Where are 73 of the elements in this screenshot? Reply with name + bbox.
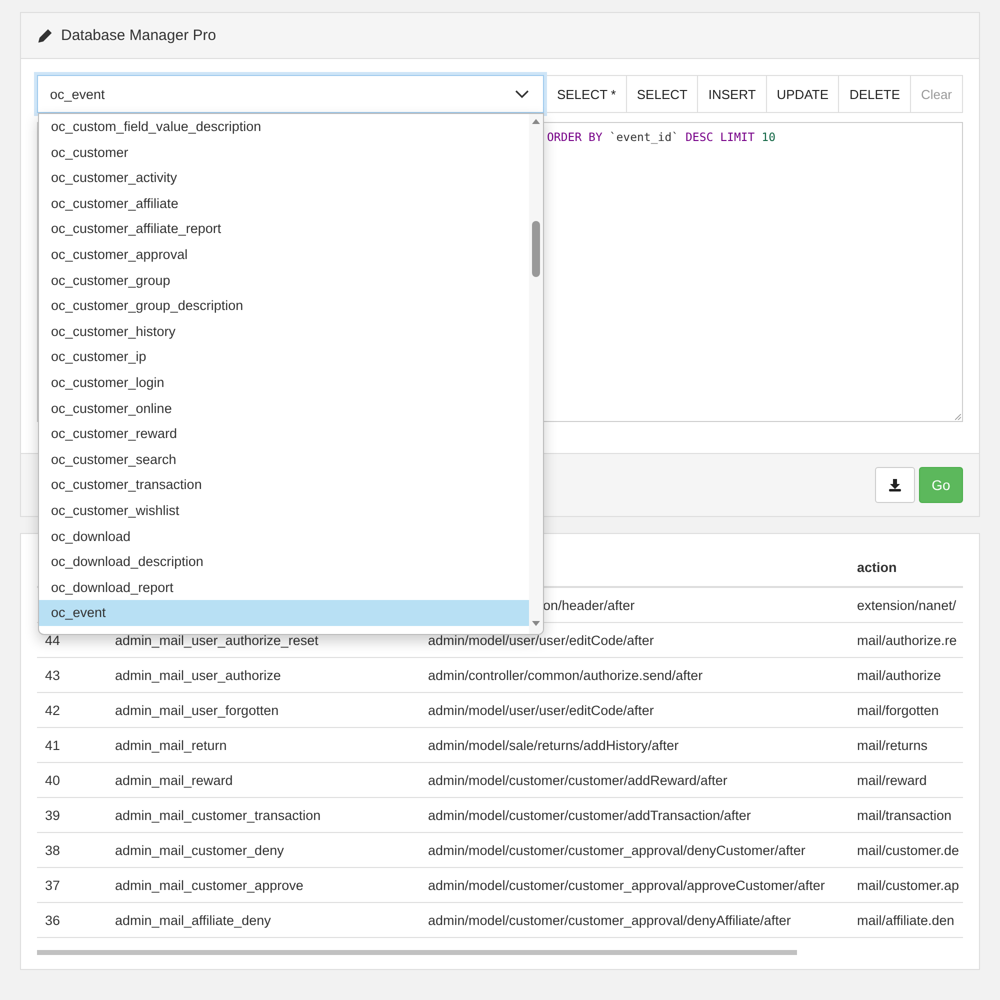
- table-cell: admin/model/sale/returns/addHistory/after: [428, 738, 679, 752]
- table-option[interactable]: oc_event: [39, 600, 529, 626]
- table-cell: admin/model/customer/customer_approval/denyAffiliate/after: [428, 912, 791, 928]
- scrollbar[interactable]: [529, 114, 543, 634]
- table-cell: 36: [45, 912, 60, 928]
- download-button[interactable]: [875, 467, 915, 503]
- table-cell: admin/model/customer/customer_approval/denyCustomer/after: [428, 842, 806, 858]
- table-cell: mail/customer.de: [857, 842, 960, 858]
- horizontal-scrollbar[interactable]: [37, 950, 797, 955]
- table-cell: mail/authorize: [857, 668, 942, 682]
- table-cell: admin/model/user/user/editCode/after: [428, 632, 654, 648]
- table-cell: mail/reward: [857, 772, 927, 788]
- table-cell: 44: [45, 632, 60, 648]
- download-icon: [888, 478, 902, 492]
- table-cell: mail/authorize.re: [857, 632, 957, 648]
- query-button[interactable]: DELETE: [839, 75, 911, 113]
- table-option[interactable]: oc_customer: [39, 140, 529, 166]
- table-cell: admin_mail_customer_transaction: [115, 808, 321, 822]
- table-option[interactable]: oc_custom_field_value_description: [39, 114, 529, 140]
- table-option[interactable]: oc_customer_history: [39, 318, 529, 344]
- table-cell: admin/model/user/user/editCode/after: [428, 702, 654, 718]
- table-option[interactable]: oc_customer_wishlist: [39, 498, 529, 524]
- panel-title: Database Manager Pro: [61, 27, 216, 44]
- table-cell: 37: [45, 878, 60, 892]
- table-cell: mail/customer.ap: [857, 878, 960, 892]
- table-cell: admin_mail_customer_approve: [115, 878, 304, 892]
- table-cell: mail/forgotten: [857, 702, 939, 718]
- table-cell: admin_mail_return: [115, 738, 227, 752]
- table-cell: admin/model/customer/customer/addTransaction/after: [428, 808, 751, 822]
- table-cell: on/header/after: [543, 598, 635, 612]
- table-cell: mail/affiliate.den: [857, 912, 954, 928]
- table-cell: 39: [45, 808, 60, 822]
- table-option[interactable]: oc_download: [39, 524, 529, 550]
- table-cell: admin/model/customer/customer_approval/approveCustomer/after: [428, 878, 825, 892]
- table-option[interactable]: oc_customer_approval: [39, 242, 529, 268]
- table-cell: 40: [45, 772, 60, 788]
- table-cell: admin_mail_reward: [115, 772, 233, 788]
- chevron-down-icon: [515, 90, 529, 98]
- query-button[interactable]: UPDATE: [766, 75, 840, 113]
- table-cell: extension/nanet/: [857, 598, 956, 612]
- table-cell: 38: [45, 842, 60, 858]
- table-option[interactable]: oc_customer_group_description: [39, 293, 529, 319]
- table-cell: admin/controller/common/authorize.send/after: [428, 668, 703, 682]
- table-cell: mail/returns: [857, 738, 928, 752]
- resize-grip-icon[interactable]: [955, 414, 961, 420]
- table-cell: 41: [45, 738, 60, 752]
- table-cell: admin/model/customer/customer/addReward/after: [428, 772, 728, 788]
- column-heading: action: [857, 560, 897, 574]
- table-option[interactable]: oc_customer_group: [39, 268, 529, 294]
- table-cell: admin_mail_user_forgotten: [115, 702, 279, 718]
- table-option[interactable]: oc_download_report: [39, 574, 529, 600]
- table-option[interactable]: oc_customer_affiliate_report: [39, 216, 529, 242]
- table-option[interactable]: oc_customer_affiliate: [39, 190, 529, 216]
- table-cell: admin_mail_user_authorize_reset: [115, 632, 318, 648]
- table-cell: admin_mail_affiliate_deny: [115, 912, 271, 928]
- query-button[interactable]: INSERT: [698, 75, 767, 113]
- table-option[interactable]: oc_customer_activity: [39, 165, 529, 191]
- table-option[interactable]: oc_customer_online: [39, 396, 529, 422]
- table-cell: 42: [45, 702, 60, 718]
- table-option[interactable]: oc_download_description: [39, 549, 529, 575]
- table-option[interactable]: oc_customer_login: [39, 370, 529, 396]
- table-cell: 43: [45, 668, 60, 682]
- table-cell: mail/transaction: [857, 808, 952, 822]
- query-button[interactable]: SELECT *: [546, 75, 627, 113]
- table-option[interactable]: oc_customer_ip: [39, 344, 529, 370]
- query-button[interactable]: SELECT: [626, 75, 698, 113]
- pencil-icon: [37, 28, 53, 44]
- table-option[interactable]: oc_customer_reward: [39, 421, 529, 447]
- table-option[interactable]: oc_customer_search: [39, 446, 529, 472]
- table-option[interactable]: oc_customer_transaction: [39, 472, 529, 498]
- table-select[interactable]: oc_event: [37, 75, 544, 113]
- table-cell: admin_mail_customer_deny: [115, 842, 284, 858]
- table-cell: admin_mail_user_authorize: [115, 668, 281, 682]
